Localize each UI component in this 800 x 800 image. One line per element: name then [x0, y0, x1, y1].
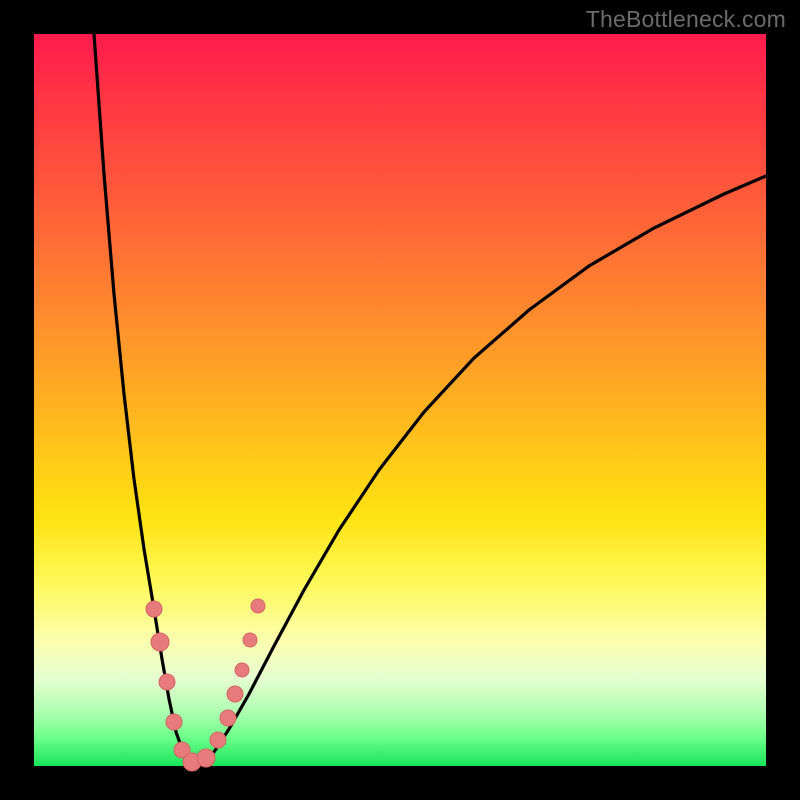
curve-marker — [159, 674, 175, 690]
curve-marker — [243, 633, 257, 647]
plot-area — [34, 34, 766, 766]
chart-frame: TheBottleneck.com — [0, 0, 800, 800]
marker-group — [146, 599, 265, 771]
curve-marker — [210, 732, 226, 748]
curve-marker — [166, 714, 182, 730]
curve-marker — [146, 601, 162, 617]
curve-marker — [251, 599, 265, 613]
curve-marker — [227, 686, 243, 702]
watermark-text: TheBottleneck.com — [586, 6, 786, 33]
curve-marker — [197, 749, 215, 767]
curve-marker — [220, 710, 236, 726]
curve-layer — [34, 34, 766, 766]
curve-marker — [235, 663, 249, 677]
bottleneck-curve — [94, 34, 766, 764]
curve-marker — [151, 633, 169, 651]
